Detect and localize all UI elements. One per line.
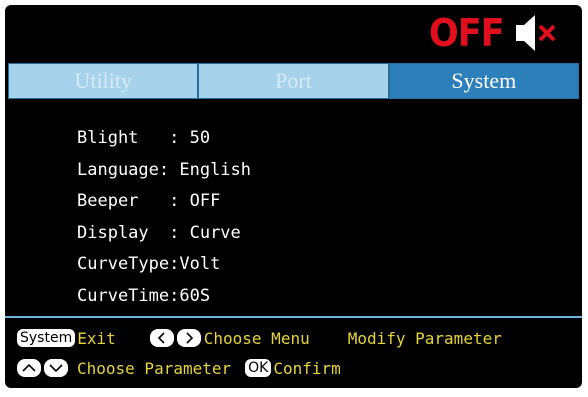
left-arrow-key-icon [149,329,174,347]
up-arrow-key-icon [17,359,41,377]
param-blight[interactable]: Blight : 50 [77,123,251,155]
param-label: CurveType: [77,254,180,274]
help-choose-parameter: Choose Parameter [77,358,232,378]
speaker-muted-icon [516,15,556,51]
tab-utility[interactable]: Utility [9,64,200,98]
param-language[interactable]: Language: English [77,155,251,187]
param-curvetime[interactable]: CurveTime:60S [77,281,251,313]
param-label: Blight : [77,128,190,148]
status-bar: OFF [5,5,582,59]
tab-system[interactable]: System [389,64,578,98]
param-value: Volt [179,254,221,274]
param-value: OFF [189,191,221,211]
down-arrow-key-icon [44,359,68,377]
param-value: Curve [189,222,241,243]
param-value: English [179,159,252,180]
system-key-icon: System [17,329,76,347]
menu-tabs: Utility Port System [8,63,579,99]
help-modify-parameter: Modify Parameter [347,328,502,348]
param-label: Language: [77,159,180,180]
help-line-1: System Exit Choose Menu Modify Parameter [17,326,502,350]
divider [5,316,582,318]
param-value: 60S [179,285,211,306]
param-label: Beeper : [77,191,190,211]
help-exit: Exit [77,328,116,348]
param-display[interactable]: Display : Curve [77,218,251,250]
output-status-off: OFF [429,11,505,55]
help-line-2: Choose Parameter OK Confirm [17,356,341,380]
help-choose-menu: Choose Menu [203,328,310,348]
device-screen: OFF Utility Port System Blight : 50 Lang… [5,5,582,388]
tab-port[interactable]: Port [199,64,390,98]
right-arrow-key-icon [176,329,201,347]
param-label: Display : [77,222,190,243]
system-parameters: Blight : 50 Language: English Beeper : O… [77,123,251,312]
param-beeper[interactable]: Beeper : OFF [77,186,251,218]
param-label: CurveTime: [77,285,180,306]
param-curvetype[interactable]: CurveType:Volt [77,249,251,281]
param-value: 50 [189,128,211,148]
help-confirm: Confirm [273,358,341,378]
ok-key-icon: OK [245,359,272,377]
